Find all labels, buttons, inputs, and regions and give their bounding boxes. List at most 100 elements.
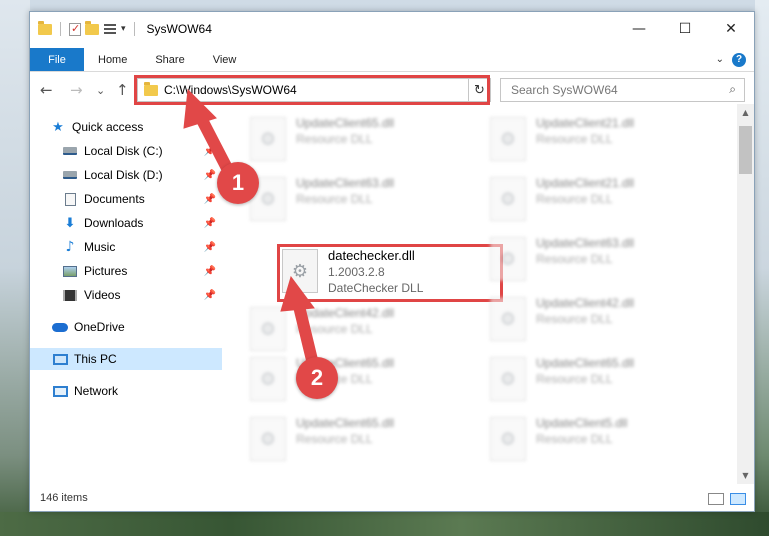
file-type: Resource DLL: [296, 432, 373, 446]
sidebar-item-music[interactable]: ♪ Music 📌: [62, 236, 222, 258]
sidebar-item-downloads[interactable]: ⬇ Downloads 📌: [62, 212, 222, 234]
forward-button[interactable]: →: [70, 81, 83, 99]
file-list: ⚙ UpdateClient65.dll Resource DLL ⚙ Upda…: [224, 104, 740, 482]
quick-access-toolbar: ▾: [38, 20, 139, 36]
tab-view[interactable]: View: [199, 48, 251, 71]
file-item[interactable]: ⚙ UpdateClient21.dll Resource DLL: [490, 174, 720, 228]
sidebar-item-documents[interactable]: Documents 📌: [62, 188, 222, 210]
file-name: UpdateClient5.dll: [536, 416, 628, 430]
file-explorer-window: ▾ SysWOW64 — ☐ ✕ File Home Share View ⌄ …: [29, 11, 755, 512]
toolbar-divider: [60, 22, 61, 36]
file-item[interactable]: ⚙ UpdateClient65.dll Resource DLL: [250, 414, 480, 468]
search-icon[interactable]: ⌕: [729, 82, 736, 97]
pin-icon[interactable]: 📌: [204, 194, 216, 205]
file-item[interactable]: ⚙ UpdateClient21.dll Resource DLL: [490, 114, 720, 168]
dll-file-icon: ⚙: [490, 117, 526, 161]
pin-icon[interactable]: 📌: [204, 266, 216, 277]
address-bar[interactable]: C:\Windows\SysWOW64 ⌄: [137, 78, 489, 102]
desktop-background-left: [0, 0, 30, 536]
file-type: Resource DLL: [296, 192, 373, 206]
file-name: UpdateClient21.dll: [536, 176, 635, 190]
customize-toolbar-icon[interactable]: [103, 22, 117, 36]
search-box[interactable]: Search SysWOW64 ⌕: [500, 78, 745, 102]
sidebar-item-label: Videos: [84, 288, 121, 302]
file-name: datechecker.dll: [328, 248, 415, 263]
file-type: Resource DLL: [536, 312, 613, 326]
file-name: UpdateClient42.dll: [536, 296, 635, 310]
tab-home[interactable]: Home: [84, 48, 141, 71]
file-item[interactable]: ⚙ UpdateClient42.dll Resource DLL: [250, 304, 480, 358]
file-type: Resource DLL: [536, 432, 613, 446]
properties-icon[interactable]: [69, 22, 81, 36]
up-button[interactable]: ↑: [116, 81, 129, 99]
scrollbar-thumb[interactable]: [739, 126, 752, 174]
search-placeholder: Search SysWOW64: [511, 83, 618, 97]
file-item[interactable]: ⚙ UpdateClient63.dll Resource DLL: [490, 234, 720, 288]
desktop-background-bottom: [0, 512, 769, 536]
refresh-button[interactable]: ↻: [468, 78, 491, 102]
details-view-icon[interactable]: [708, 493, 724, 505]
toolbar-dropdown-icon[interactable]: ▾: [121, 24, 126, 34]
sidebar-item-label: Downloads: [84, 216, 144, 230]
documents-icon: [62, 192, 78, 206]
pin-icon[interactable]: 📌: [204, 290, 216, 301]
file-type: Resource DLL: [536, 192, 613, 206]
tab-share[interactable]: Share: [141, 48, 198, 71]
file-name: UpdateClient65.dll: [536, 356, 635, 370]
address-path[interactable]: C:\Windows\SysWOW64: [164, 83, 297, 97]
dll-file-icon: ⚙: [250, 307, 286, 351]
file-type: Resource DLL: [296, 132, 373, 146]
file-item[interactable]: ⚙ UpdateClient65.dll Resource DLL: [490, 354, 720, 408]
new-folder-icon[interactable]: [85, 20, 99, 35]
sidebar-item-local-disk-d[interactable]: Local Disk (D:) 📌: [62, 164, 222, 186]
expand-ribbon-icon[interactable]: ⌄: [716, 54, 724, 65]
pin-icon[interactable]: 📌: [204, 170, 216, 181]
folder-icon: [144, 81, 158, 96]
sidebar-item-pictures[interactable]: Pictures 📌: [62, 260, 222, 282]
status-bar: 146 items: [30, 485, 754, 511]
dll-file-icon: ⚙: [490, 357, 526, 401]
dll-file-icon: ⚙: [250, 417, 286, 461]
window-title: SysWOW64: [146, 22, 212, 36]
maximize-button[interactable]: ☐: [662, 12, 708, 46]
file-item-datechecker[interactable]: ⚙ datechecker.dll 1.2003.2.8 DateChecker…: [282, 246, 512, 300]
tab-file[interactable]: File: [30, 48, 84, 71]
back-button[interactable]: ←: [40, 81, 53, 99]
file-version: 1.2003.2.8: [328, 265, 385, 279]
close-button[interactable]: ✕: [708, 12, 754, 46]
sidebar-item-network[interactable]: Network: [52, 380, 222, 402]
toolbar-divider: [133, 22, 135, 36]
file-item[interactable]: ⚙ UpdateClient63.dll Resource DLL: [250, 174, 480, 228]
file-item[interactable]: ⚙ UpdateClient65.dll Resource DLL: [250, 114, 480, 168]
vertical-scrollbar[interactable]: ▲ ▼: [737, 104, 754, 484]
downloads-icon: ⬇: [64, 215, 76, 231]
scroll-down-icon[interactable]: ▼: [737, 467, 754, 484]
navigation-pane: ★ Quick access Local Disk (C:) 📌 Local D…: [30, 114, 224, 484]
minimize-button[interactable]: —: [616, 12, 662, 46]
sidebar-item-onedrive[interactable]: OneDrive: [52, 316, 222, 338]
sidebar-item-this-pc[interactable]: This PC: [30, 348, 222, 370]
pin-icon[interactable]: 📌: [204, 218, 216, 229]
recent-locations-button[interactable]: ⌄: [96, 84, 105, 97]
tiles-view-icon[interactable]: [730, 493, 746, 505]
dll-file-icon: ⚙: [490, 237, 526, 281]
file-item[interactable]: ⚙ UpdateClient42.dll Resource DLL: [490, 294, 720, 348]
file-item[interactable]: ⚙ UpdateClient65.dll Resource DLL: [250, 354, 480, 408]
dll-file-icon: ⚙: [282, 249, 318, 293]
file-type: Resource DLL: [296, 322, 373, 336]
sidebar-item-label: Documents: [84, 192, 145, 206]
callout-badge-1: 1: [217, 162, 259, 204]
file-type: DateChecker DLL: [328, 281, 424, 295]
scroll-up-icon[interactable]: ▲: [737, 104, 754, 121]
file-type: Resource DLL: [536, 372, 613, 386]
sidebar-item-quick-access[interactable]: ★ Quick access: [50, 116, 242, 138]
help-icon[interactable]: ?: [732, 52, 746, 67]
sidebar-item-videos[interactable]: Videos 📌: [62, 284, 222, 306]
file-name: UpdateClient63.dll: [296, 176, 395, 190]
pin-icon[interactable]: 📌: [204, 146, 216, 157]
ribbon-right-controls: ⌄ ?: [716, 48, 754, 71]
sidebar-item-local-disk-c[interactable]: Local Disk (C:) 📌: [62, 140, 222, 162]
file-name: UpdateClient42.dll: [296, 306, 395, 320]
file-item[interactable]: ⚙ UpdateClient5.dll Resource DLL: [490, 414, 720, 468]
pin-icon[interactable]: 📌: [204, 242, 216, 253]
